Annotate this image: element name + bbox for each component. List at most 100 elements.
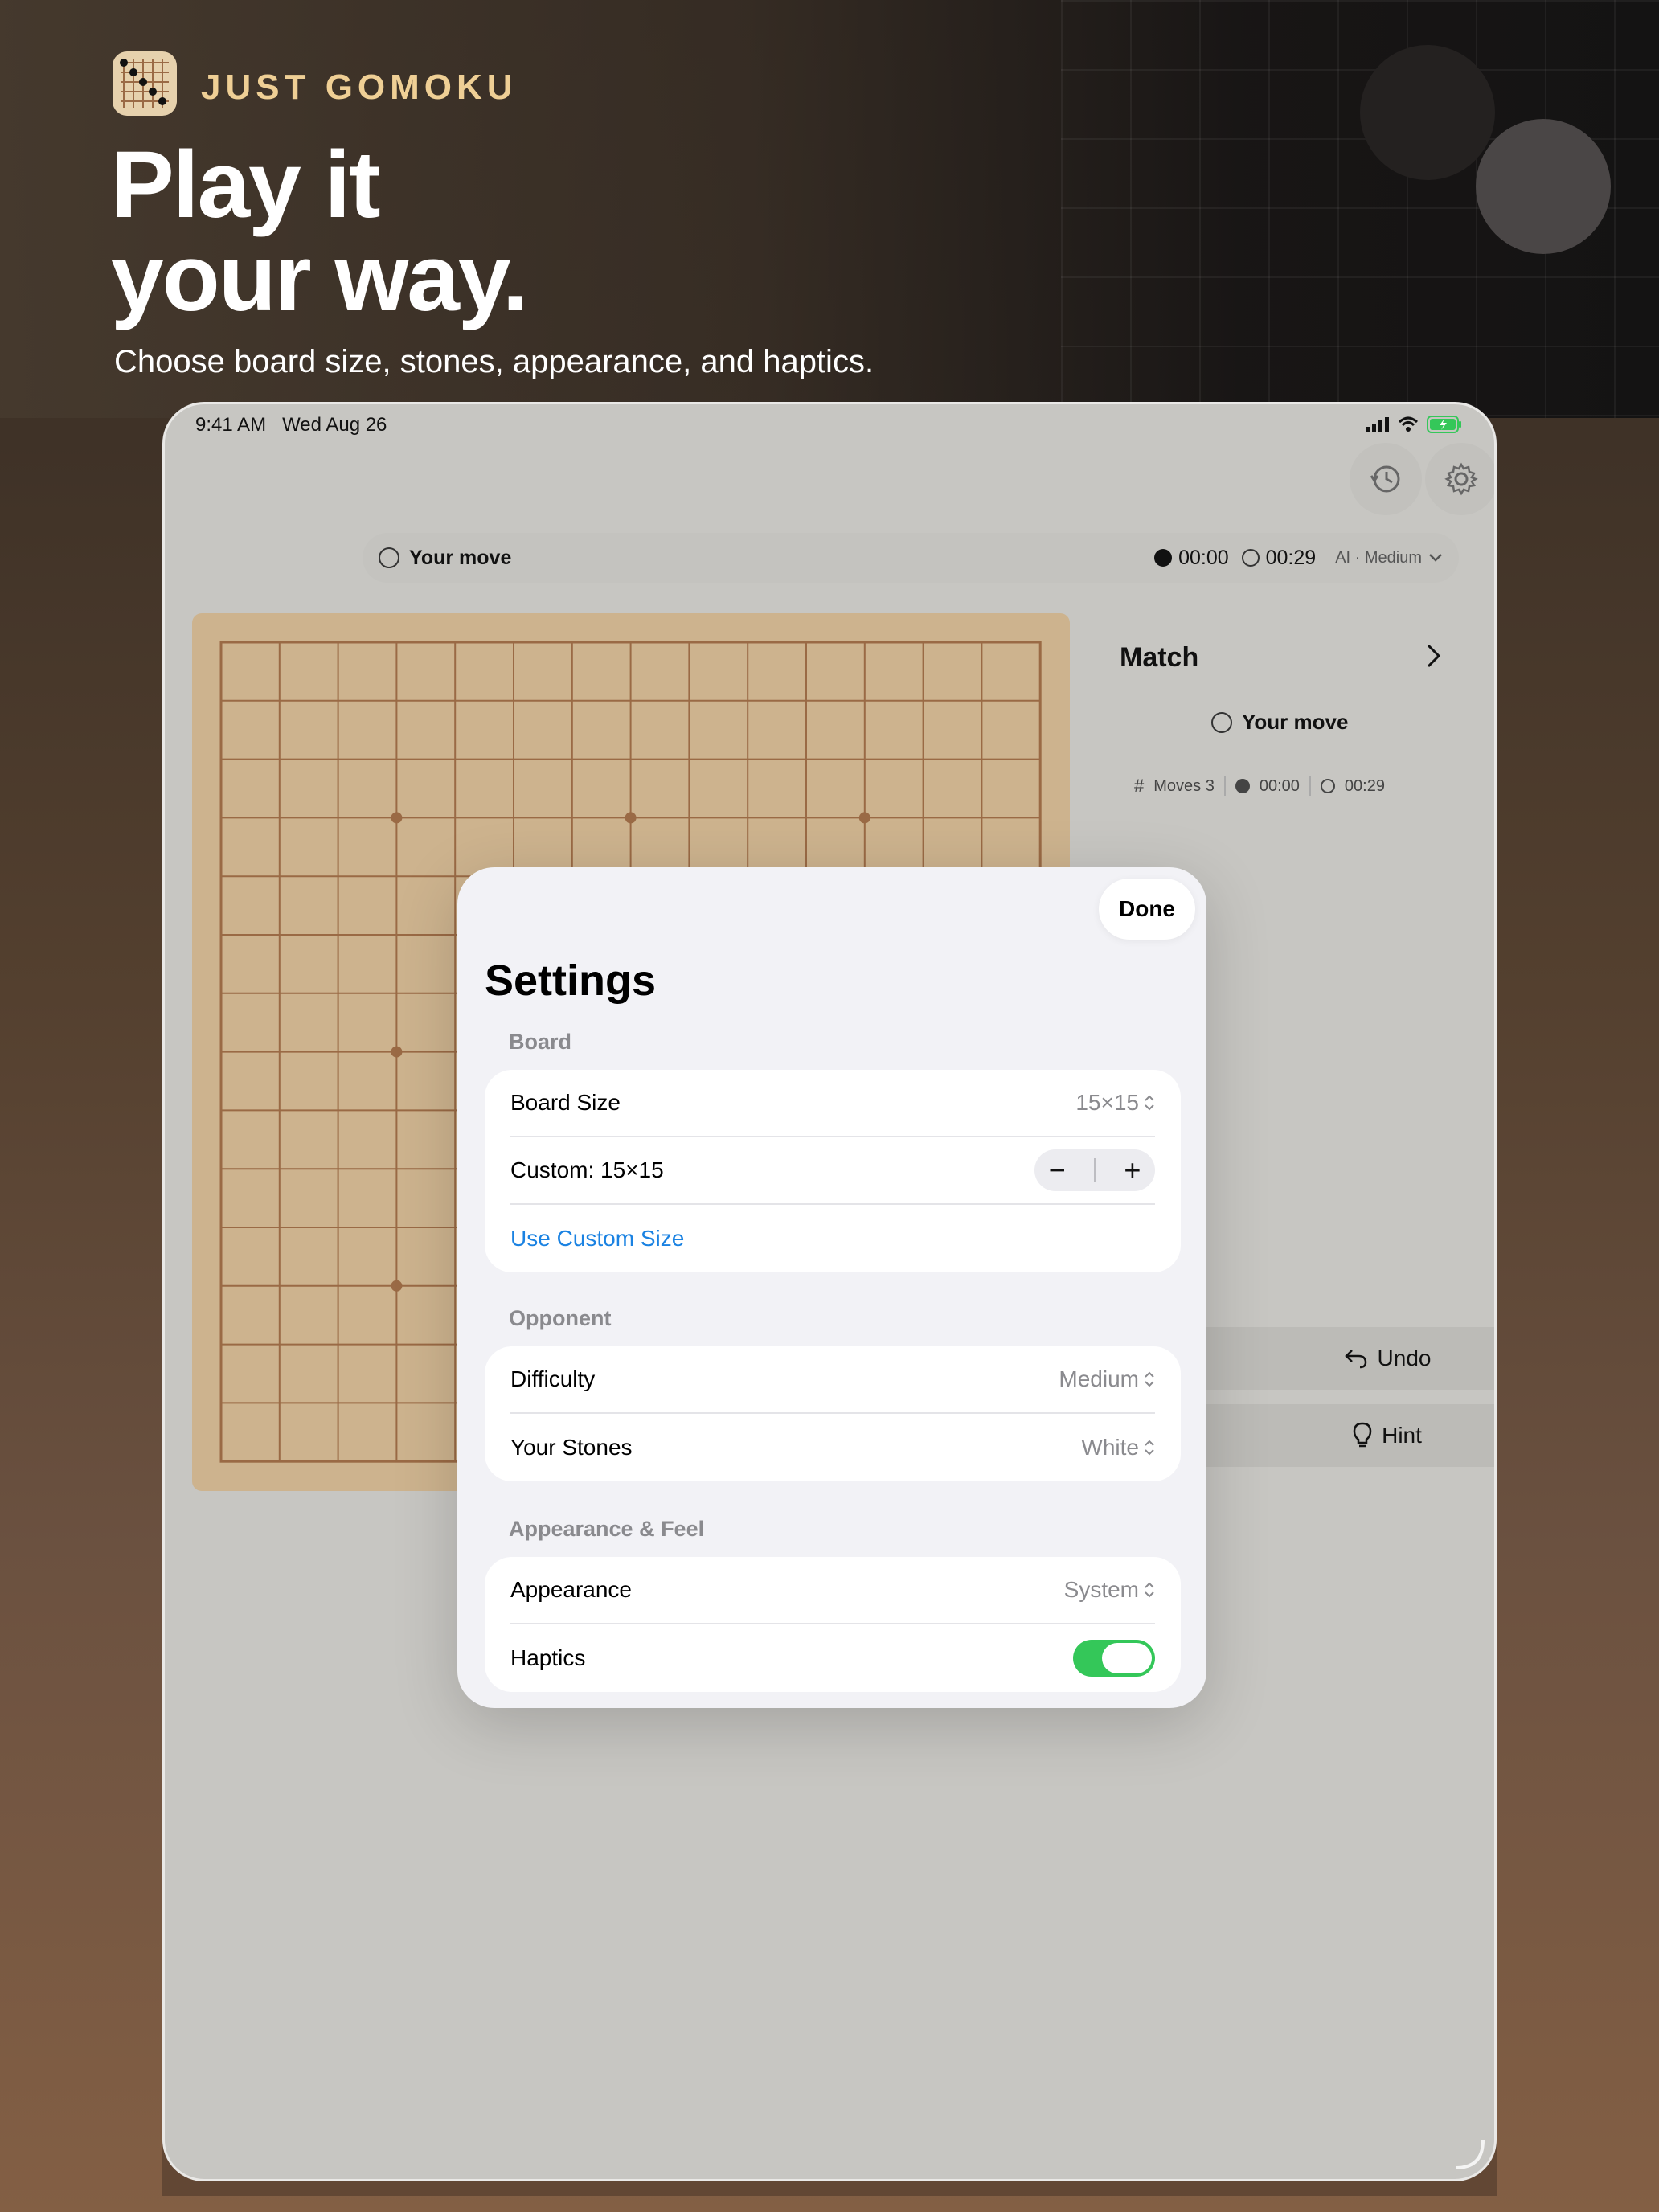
toggle-knob [1102,1643,1152,1673]
star-point [625,812,637,824]
settings-button[interactable] [1425,443,1494,515]
match-title: Match [1120,642,1199,673]
custom-size-row: Custom: 15×15 − + [510,1137,1155,1205]
battery-charging-icon [1427,416,1461,433]
use-custom-size-link[interactable]: Use Custom Size [510,1226,684,1251]
match-black-timer: 00:00 [1259,776,1300,795]
board-size-value: 15×15 [1075,1090,1139,1115]
turn-bar: Your move 00:00 00:29 AI · Medium [363,533,1459,583]
appearance-row[interactable]: Appearance System [510,1557,1155,1624]
ai-label: AI · Medium [1335,548,1422,567]
difficulty-label: Difficulty [510,1366,596,1391]
undo-label: Undo [1377,1346,1432,1370]
match-white-timer: 00:29 [1344,776,1385,795]
black-stone-icon [1154,549,1173,567]
match-turn-indicator: Your move [1211,710,1348,735]
section-header-board: Board [509,1030,572,1054]
undo-icon [1344,1350,1366,1369]
difficulty-picker[interactable]: Medium [1059,1366,1155,1392]
section-header-appearance: Appearance & Feel [509,1517,705,1541]
status-time-text: 9:41 AM [195,414,267,436]
divider [1223,776,1226,796]
turn-indicator: Your move [379,547,511,570]
subheadline: Choose board size, stones, appearance, a… [114,344,875,379]
opponent-settings-group: Difficulty Medium Your Stones White [485,1346,1181,1481]
up-down-chevron-icon [1145,1582,1154,1598]
haptics-row: Haptics [510,1624,1155,1692]
plus-button[interactable]: + [1124,1156,1141,1185]
black-timer: 00:00 [1178,546,1229,569]
black-stone-icon [1235,779,1250,793]
custom-size-stepper: − + [1034,1149,1155,1191]
star-point [391,812,403,824]
use-custom-size-row[interactable]: Use Custom Size [510,1205,1155,1272]
chevron-right-icon [1427,644,1441,668]
match-turn-text: Your move [1242,710,1349,734]
status-bar-time: 9:41 AM Wed Aug 26 [195,414,387,436]
hint-label: Hint [1382,1423,1422,1448]
match-expand-button[interactable] [1425,642,1443,674]
cellular-signal-icon [1366,417,1389,432]
app-icon [113,51,177,116]
status-date-text: Wed Aug 26 [282,414,387,436]
board-size-row[interactable]: Board Size 15×15 [510,1070,1155,1137]
up-down-chevron-icon [1145,1371,1154,1387]
timers: 00:00 00:29 AI · Medium [1154,547,1443,570]
white-stone-icon [379,547,399,568]
haptics-label: Haptics [510,1645,586,1670]
headline-line-1: Play it [111,132,381,238]
app-name: JUST GOMOKU [201,68,518,107]
chevron-down-icon [1429,554,1442,562]
wifi-icon [1398,416,1419,432]
white-stone-icon [1241,549,1260,567]
minus-button[interactable]: − [1049,1156,1066,1185]
your-stones-value: White [1081,1435,1139,1460]
board-size-label: Board Size [510,1090,621,1115]
appearance-settings-group: Appearance System Haptics [485,1557,1181,1692]
ipad-screen: 9:41 AM Wed Aug 26 Your move 00:00 00:29… [162,402,1497,2181]
headline-line-2: your way. [111,225,529,331]
appearance-picker[interactable]: System [1064,1577,1155,1603]
decorative-white-stone [1476,119,1611,254]
ai-difficulty-menu[interactable]: AI · Medium [1335,549,1443,567]
settings-sheet: Done Settings Board Board Size 15×15 Cus… [457,867,1206,1708]
white-timer: 00:29 [1265,546,1317,569]
undo-button[interactable]: Undo [1168,1327,1494,1390]
star-point [858,812,870,824]
stepper-divider [1094,1158,1096,1182]
headline: Play it your way. [111,132,1075,331]
done-button[interactable]: Done [1099,879,1195,940]
up-down-chevron-icon [1145,1440,1154,1456]
lightbulb-icon [1353,1422,1372,1448]
star-point [391,1280,403,1292]
board-size-picker[interactable]: 15×15 [1075,1090,1155,1116]
appearance-label: Appearance [510,1577,633,1602]
moves-count: Moves 3 [1153,776,1215,795]
history-icon [1370,465,1400,493]
resize-corner-icon [1455,2140,1485,2169]
your-stones-picker[interactable]: White [1081,1435,1155,1460]
up-down-chevron-icon [1145,1095,1154,1111]
section-header-opponent: Opponent [509,1306,612,1330]
star-point [391,1046,403,1058]
white-stone-icon [1320,779,1335,793]
match-stats: # Moves 3 00:00 00:29 [1134,776,1385,797]
board-settings-group: Board Size 15×15 Custom: 15×15 − + Use C… [485,1070,1181,1272]
status-bar-icons [1366,416,1462,433]
history-button[interactable] [1350,443,1422,515]
settings-title: Settings [485,956,657,1005]
custom-size-label: Custom: 15×15 [510,1157,664,1182]
gear-icon [1444,462,1478,496]
divider [1309,776,1311,796]
hash-icon: # [1134,776,1145,796]
hint-button[interactable]: Hint [1168,1404,1494,1467]
white-stone-icon [1211,711,1232,733]
your-stones-label: Your Stones [510,1435,633,1460]
haptics-toggle[interactable] [1073,1640,1155,1677]
difficulty-value: Medium [1059,1366,1139,1391]
appearance-value: System [1063,1577,1139,1602]
difficulty-row[interactable]: Difficulty Medium [510,1346,1155,1414]
turn-text: Your move [409,546,512,569]
your-stones-row[interactable]: Your Stones White [510,1414,1155,1481]
decorative-black-stone [1360,45,1495,180]
